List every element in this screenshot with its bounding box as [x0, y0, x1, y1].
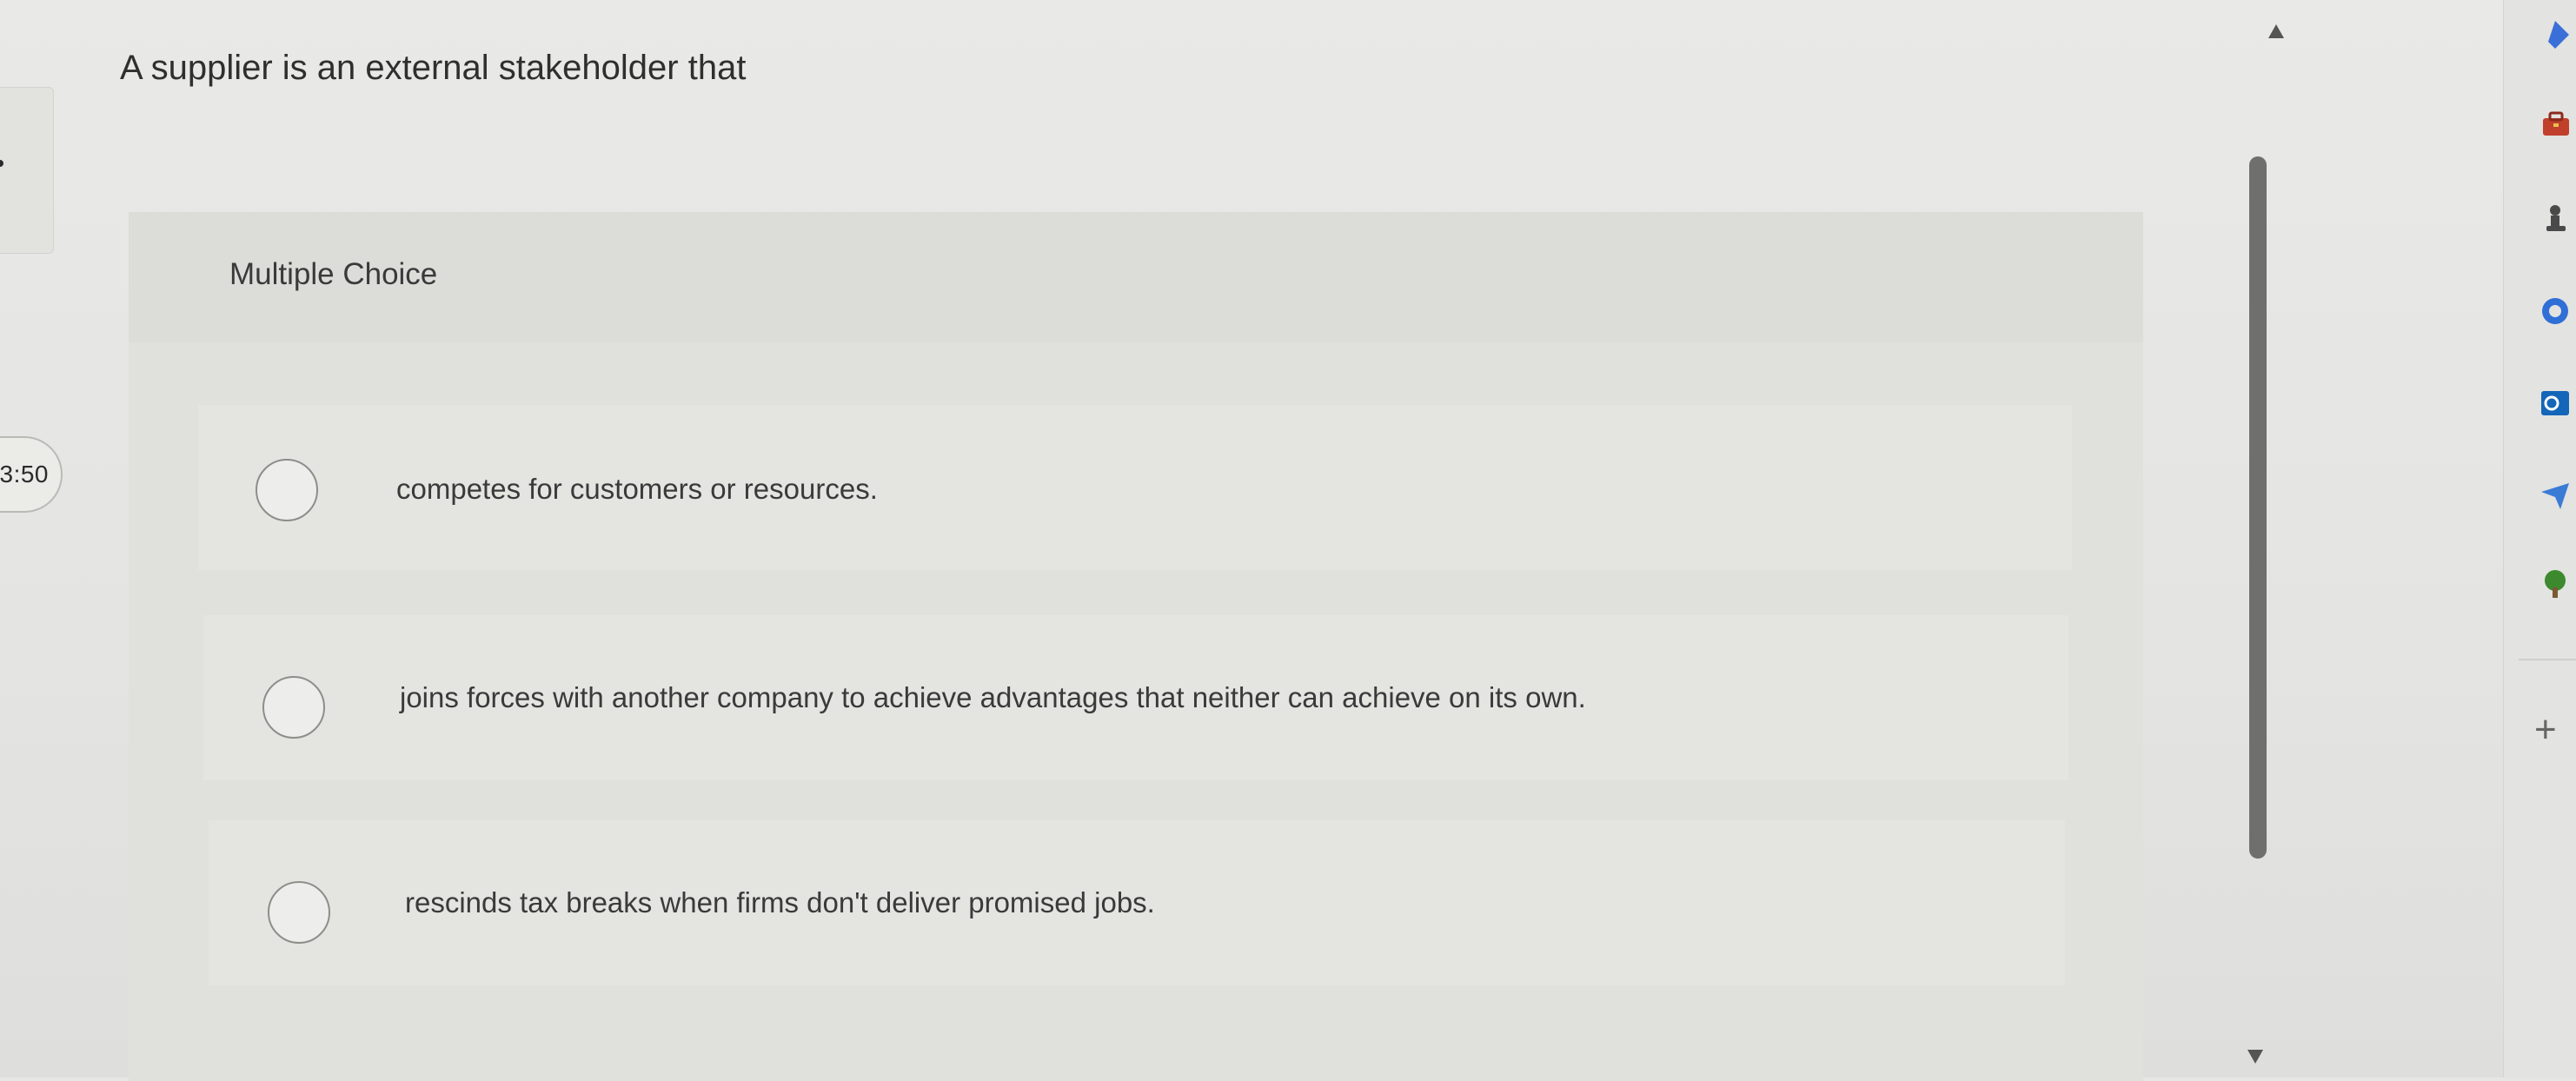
- sidebar-divider: [2519, 659, 2576, 660]
- multiple-choice-label: Multiple Choice: [229, 257, 438, 291]
- browser-sidebar: [2503, 0, 2576, 1078]
- scrollbar-thumb[interactable]: [2249, 156, 2267, 859]
- copilot-icon[interactable]: [2538, 17, 2573, 52]
- left-collapsed-panel[interactable]: [0, 87, 54, 254]
- question-prompt: A supplier is an external stakeholder th…: [120, 49, 747, 87]
- chess-icon[interactable]: [2538, 202, 2573, 236]
- toolbox-icon[interactable]: [2538, 106, 2573, 141]
- outlook-icon[interactable]: [2538, 386, 2573, 421]
- radio-button-2[interactable]: [262, 676, 325, 739]
- scroll-up-arrow-icon[interactable]: [2268, 24, 2284, 38]
- answer-option-1[interactable]: competes for customers or resources.: [198, 405, 2072, 570]
- timer-text: 3:50: [0, 461, 49, 487]
- answer-option-2-text: joins forces with another company to ach…: [400, 681, 1586, 713]
- tree-icon[interactable]: [2538, 567, 2573, 601]
- radio-button-3[interactable]: [268, 881, 330, 944]
- answer-option-3[interactable]: rescinds tax breaks when firms don't del…: [209, 820, 2065, 985]
- radio-button-1[interactable]: [256, 459, 318, 521]
- add-icon[interactable]: +: [2534, 711, 2557, 749]
- send-icon[interactable]: [2538, 478, 2573, 513]
- scroll-down-arrow-icon[interactable]: [2247, 1050, 2263, 1064]
- office-icon[interactable]: [2538, 294, 2573, 328]
- answer-option-2[interactable]: joins forces with another company to ach…: [203, 615, 2068, 780]
- answer-option-1-text: competes for customers or resources.: [396, 473, 878, 505]
- answer-option-3-text: rescinds tax breaks when firms don't del…: [405, 886, 1155, 919]
